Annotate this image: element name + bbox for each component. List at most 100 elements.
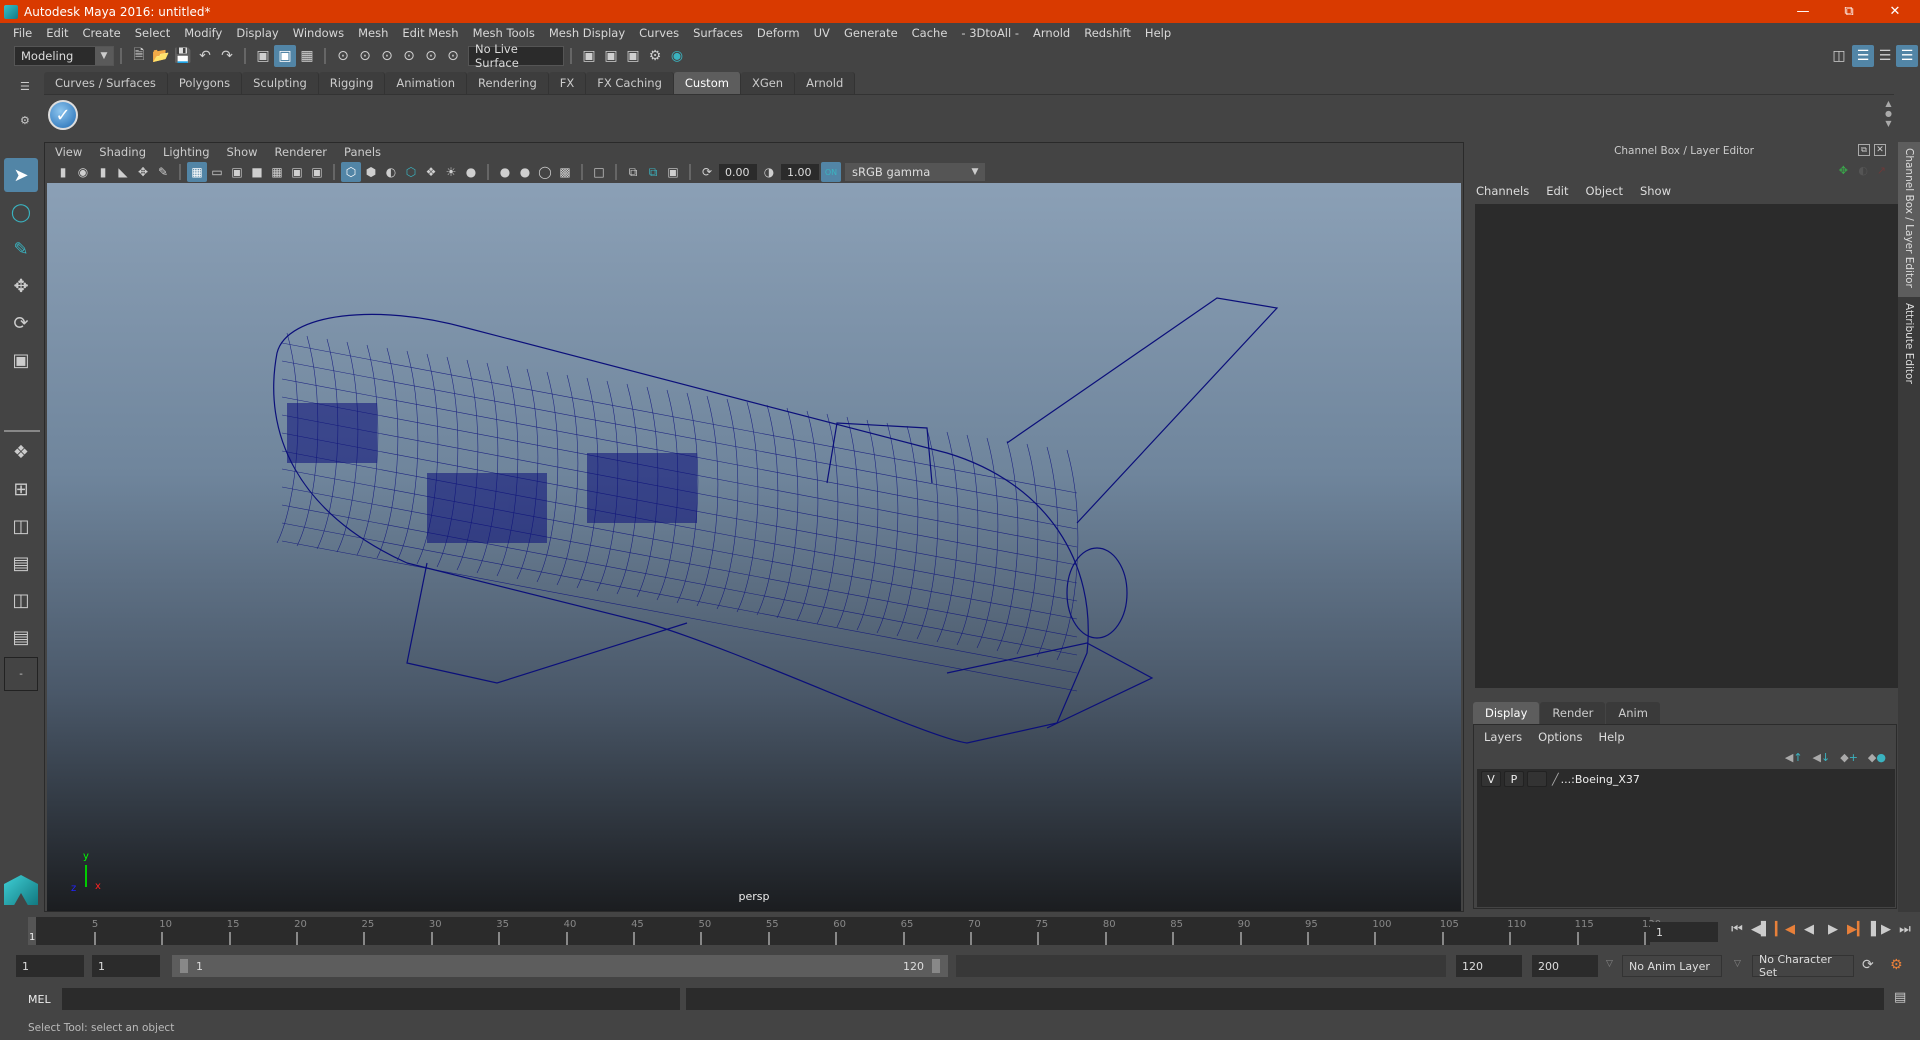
shelf-tab-fx-caching[interactable]: FX Caching	[586, 72, 674, 94]
viewport-menu-view[interactable]: View	[55, 145, 82, 159]
menu-edit-mesh[interactable]: Edit Mesh	[402, 26, 458, 40]
menu-help[interactable]: Help	[1145, 26, 1171, 40]
depth-of-field-icon[interactable]: ▩	[555, 162, 575, 182]
3d-viewport[interactable]: y x z persp	[47, 183, 1461, 911]
menu-set-dropdown[interactable]: Modeling ▼	[14, 46, 114, 66]
minimize-button[interactable]: —	[1780, 0, 1826, 23]
viewport-menu-show[interactable]: Show	[227, 145, 258, 159]
new-empty-layer-icon[interactable]: ◆+	[1840, 751, 1858, 764]
animation-preferences-icon[interactable]: ⚙	[1890, 957, 1903, 973]
color-space-dropdown[interactable]: sRGB gamma ▼	[845, 163, 985, 181]
layer-name[interactable]: ...:Boeing_X37	[1561, 773, 1640, 786]
menu-object[interactable]: Object	[1586, 184, 1623, 198]
xray-components-icon[interactable]: ▣	[663, 162, 683, 182]
shelf-tab-xgen[interactable]: XGen	[740, 72, 796, 94]
bookmark-icon[interactable]: ▮	[93, 162, 113, 182]
menu-3dtoall[interactable]: - 3DtoAll -	[961, 26, 1019, 40]
scene-end-field[interactable]: 200	[1532, 955, 1598, 977]
close-panel-icon[interactable]: ✕	[1874, 144, 1886, 156]
viewport-menu-panels[interactable]: Panels	[344, 145, 381, 159]
script-editor-icon[interactable]: ▤	[1894, 990, 1906, 1005]
new-layer-from-selected-icon[interactable]: ◆●	[1868, 751, 1886, 764]
field-chart-icon[interactable]: ▦	[267, 162, 287, 182]
layer-color-swatch[interactable]: ╱	[1552, 773, 1559, 786]
range-slider[interactable]: 1 120	[172, 955, 948, 977]
manipulator-icon[interactable]: ✥	[1839, 164, 1848, 177]
speed-icon[interactable]: ◐	[1858, 164, 1868, 177]
exposure-field[interactable]: 0.00	[719, 164, 757, 180]
select-hierarchy-icon[interactable]: ▣	[252, 45, 274, 67]
modeling-toolkit-icon[interactable]: ◫	[1828, 45, 1850, 67]
shelf-tab-rendering[interactable]: Rendering	[467, 72, 549, 94]
menu-mesh[interactable]: Mesh	[358, 26, 388, 40]
menu-generate[interactable]: Generate	[844, 26, 898, 40]
close-button[interactable]: ✕	[1872, 0, 1918, 23]
default-material-icon[interactable]: ◐	[381, 162, 401, 182]
menu-help[interactable]: Help	[1598, 730, 1624, 744]
layer-visibility-toggle[interactable]: V	[1481, 771, 1501, 787]
shelf-scroll[interactable]: ▲ ● ▼	[1885, 99, 1892, 129]
menu-windows[interactable]: Windows	[293, 26, 344, 40]
layer-tab-anim[interactable]: Anim	[1606, 702, 1660, 724]
shadows-icon[interactable]: ●	[461, 162, 481, 182]
four-pane-layout-icon[interactable]: ⊞	[4, 472, 38, 506]
snap-surface-icon[interactable]: ⊙	[420, 45, 442, 67]
menu-uv[interactable]: UV	[814, 26, 830, 40]
color-management-toggle-icon[interactable]: ON	[821, 162, 841, 182]
open-scene-icon[interactable]: 📂	[150, 45, 172, 67]
layer-tab-display[interactable]: Display	[1473, 702, 1540, 724]
checkmark-shelf-button-icon[interactable]: ✓	[48, 100, 78, 130]
new-scene-icon[interactable]: 🗎	[128, 45, 150, 67]
snap-curve-icon[interactable]: ⊙	[354, 45, 376, 67]
restore-button[interactable]: ⧉	[1826, 0, 1872, 23]
hyperbolic-icon[interactable]: ↗	[1877, 164, 1886, 177]
render-settings-icon[interactable]: ⚙	[644, 45, 666, 67]
textured-icon[interactable]: ❖	[421, 162, 441, 182]
resolution-gate-icon[interactable]: ▣	[227, 162, 247, 182]
channel-box-area[interactable]	[1475, 204, 1899, 688]
layer-display-type-toggle[interactable]	[1527, 771, 1547, 787]
playback-start-field[interactable]: 1	[92, 955, 160, 977]
motion-blur-icon[interactable]: ●	[515, 162, 535, 182]
rotate-tool-icon[interactable]: ⟳	[4, 306, 38, 340]
current-frame-field[interactable]: 1	[1650, 922, 1718, 942]
tool-settings-icon[interactable]: ☰	[1874, 45, 1896, 67]
gate-mask-icon[interactable]: ■	[247, 162, 267, 182]
safe-title-icon[interactable]: ▣	[307, 162, 327, 182]
hypershade-persp-layout-icon[interactable]: ◫	[4, 583, 38, 617]
wireframe-on-shaded-icon[interactable]: ⬡	[401, 162, 421, 182]
go-to-start-icon[interactable]: ⏮	[1725, 922, 1749, 937]
single-pane-layout-icon[interactable]: ❖	[4, 435, 38, 469]
viewport-menu-shading[interactable]: Shading	[99, 145, 146, 159]
move-layer-down-icon[interactable]: ◀↓	[1813, 751, 1831, 764]
range-end-handle[interactable]	[932, 959, 940, 973]
film-gate-icon[interactable]: ▭	[207, 162, 227, 182]
move-layer-up-icon[interactable]: ◀↑	[1785, 751, 1803, 764]
step-forward-frame-icon[interactable]: ▌▶	[1869, 922, 1893, 937]
render-view-icon[interactable]: ▣	[578, 45, 600, 67]
shelf-tab-polygons[interactable]: Polygons	[167, 72, 243, 94]
side-tab-channel-box[interactable]: Channel Box / Layer Editor	[1898, 142, 1920, 297]
float-panel-icon[interactable]: ⧉	[1858, 144, 1870, 156]
shelf-gear-icon[interactable]: ⚙	[20, 114, 30, 127]
snap-magnet-icon[interactable]: ⊙	[442, 45, 464, 67]
shelf-tab-fx[interactable]: FX	[548, 72, 587, 94]
smooth-shade-icon[interactable]: ⬢	[361, 162, 381, 182]
layer-tab-render[interactable]: Render	[1540, 702, 1606, 724]
play-backwards-icon[interactable]: ◀	[1797, 922, 1821, 937]
go-to-end-icon[interactable]: ⏭	[1893, 922, 1917, 937]
grease-pencil-icon[interactable]: ✎	[153, 162, 173, 182]
menu-edit[interactable]: Edit	[1546, 184, 1568, 198]
image-plane-icon[interactable]: ◣	[113, 162, 133, 182]
shelf-tab-curves-surfaces[interactable]: Curves / Surfaces	[44, 72, 168, 94]
menu-select[interactable]: Select	[135, 26, 170, 40]
menu-channels[interactable]: Channels	[1476, 184, 1529, 198]
cmd-language-label[interactable]: MEL	[28, 993, 51, 1006]
more-layouts-icon[interactable]: -	[4, 657, 38, 691]
menu-show[interactable]: Show	[1640, 184, 1671, 198]
isolate-select-icon[interactable]: □	[589, 162, 609, 182]
menu-cache[interactable]: Cache	[912, 26, 948, 40]
redo-icon[interactable]: ↷	[216, 45, 238, 67]
xray-icon[interactable]: ⧉	[623, 162, 643, 182]
grid-icon[interactable]: ▦	[187, 162, 207, 182]
